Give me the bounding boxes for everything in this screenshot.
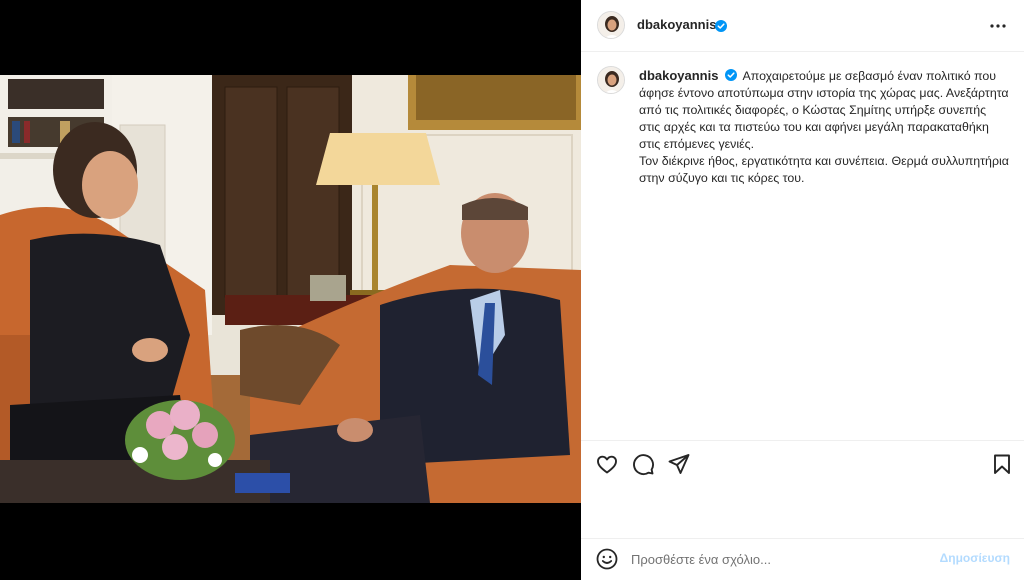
caption-avatar[interactable] [597, 66, 625, 94]
header-username[interactable]: dbakoyannis [637, 17, 716, 32]
comment-bar: Δημοσίευση [581, 538, 1024, 580]
post-comment-button[interactable]: Δημοσίευση [940, 551, 1010, 565]
post-side-panel: dbakoyannis dbakoyannis Αποχαιρετούμε με … [581, 0, 1024, 580]
verified-icon [715, 19, 727, 32]
caption-body: Αποχαιρετούμε με σεβασμό έναν πολιτικό π… [639, 69, 1009, 185]
post-photo[interactable] [0, 75, 581, 503]
caption-verified-icon [725, 69, 738, 81]
instagram-post-modal: dbakoyannis dbakoyannis Αποχαιρετούμε με … [0, 0, 1024, 580]
post-header: dbakoyannis [581, 0, 1024, 52]
avatar[interactable] [597, 11, 625, 39]
bookmark-icon[interactable] [990, 452, 1014, 476]
comment-input[interactable] [631, 547, 931, 571]
smiley-face-icon[interactable] [595, 547, 619, 571]
post-media-area [0, 0, 581, 580]
caption-username[interactable]: dbakoyannis [639, 68, 718, 83]
post-caption-area: dbakoyannis Αποχαιρετούμε με σεβασμό έναν… [581, 52, 1024, 440]
caption-text: dbakoyannis Αποχαιρετούμε με σεβασμό έναν… [639, 67, 1009, 187]
comment-bubble-icon[interactable] [631, 452, 655, 476]
paper-plane-icon[interactable] [667, 452, 691, 476]
post-actions [581, 440, 1024, 538]
more-options-icon[interactable] [986, 14, 1010, 38]
heart-icon[interactable] [595, 452, 619, 476]
